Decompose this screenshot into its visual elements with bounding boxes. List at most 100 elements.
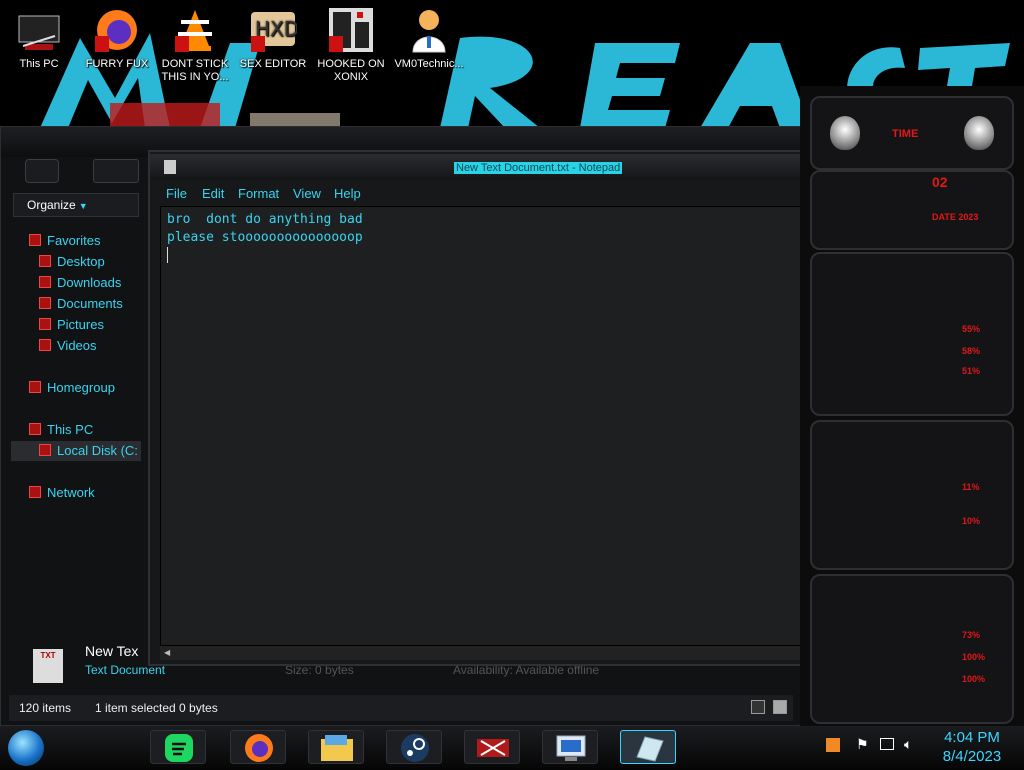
tree-item-label: Videos bbox=[57, 338, 97, 353]
tree-item-this-pc[interactable]: This PC bbox=[29, 420, 93, 440]
spotify-icon bbox=[165, 734, 193, 762]
scroll-left-icon[interactable]: ◀ bbox=[164, 648, 170, 657]
gadget-readout: 11% bbox=[962, 482, 980, 492]
desktop-icon-furry-fux[interactable]: FURRY FUX bbox=[78, 6, 156, 71]
doctor-avatar-icon bbox=[405, 6, 453, 54]
large-icons-view-button[interactable] bbox=[773, 700, 787, 714]
star-icon bbox=[29, 234, 41, 246]
taskbar-remote-desktop[interactable] bbox=[542, 730, 598, 764]
menu-format[interactable]: Format bbox=[238, 186, 279, 201]
clock-date: 8/4/2023 bbox=[942, 748, 1002, 765]
tree-item-label: Downloads bbox=[57, 275, 122, 290]
taskbar-firefox[interactable] bbox=[230, 730, 286, 764]
gadget-clock-panel: 02 DATE 2023 bbox=[810, 170, 1014, 250]
tree-item-label: Local Disk (C: bbox=[57, 443, 138, 458]
gadget-header: TIME bbox=[810, 96, 1014, 170]
alien-head-icon bbox=[830, 116, 860, 150]
documents-folder-icon bbox=[39, 297, 51, 309]
notepad-icon bbox=[636, 736, 664, 762]
gadget-cpu-panel: 55% 58% 51% bbox=[810, 252, 1014, 416]
tree-item-network[interactable]: Network bbox=[29, 483, 95, 503]
desktop-icon-label: VM0Technic... bbox=[394, 58, 464, 70]
flag-icon[interactable]: ⚑ bbox=[856, 736, 869, 753]
organize-button[interactable]: Organize ▼ bbox=[13, 193, 139, 217]
gadget-readout: 02 bbox=[932, 174, 948, 190]
clock-time: 4:04 PM bbox=[944, 729, 1000, 746]
xonix-game-icon bbox=[327, 6, 375, 54]
item-count: 120 items bbox=[19, 701, 72, 715]
taskbar: ⚑ 🔈︎ 4:04 PM 8/4/2023 bbox=[0, 726, 1024, 768]
horizontal-scrollbar[interactable]: ◀ ▶ bbox=[160, 646, 892, 660]
network-icon[interactable] bbox=[880, 738, 894, 750]
desktop-icon-label: This PC bbox=[19, 58, 59, 70]
taskbar-notepad[interactable] bbox=[620, 730, 676, 764]
pictures-folder-icon bbox=[39, 318, 51, 330]
network-icon bbox=[29, 486, 41, 498]
back-button[interactable] bbox=[25, 159, 59, 183]
desktop-icon-label: HOOKED ON XONIX bbox=[317, 58, 385, 83]
tree-item-label: Network bbox=[47, 485, 95, 500]
gadget-readout: 51% bbox=[962, 366, 981, 376]
desktop-icon-hooked-on-xonix[interactable]: HOOKED ON XONIX bbox=[312, 6, 390, 84]
selected-file-name: New Tex bbox=[85, 643, 139, 659]
tree-item-downloads[interactable]: Downloads bbox=[39, 273, 121, 293]
file-explorer-icon bbox=[321, 735, 353, 761]
tree-item-homegroup[interactable]: Homegroup bbox=[29, 378, 115, 398]
tree-item-label: This PC bbox=[47, 422, 94, 437]
computer-icon bbox=[29, 423, 41, 435]
tree-item-favorites[interactable]: Favorites bbox=[29, 231, 100, 251]
text-file-icon: TXT bbox=[33, 649, 63, 683]
menu-view[interactable]: View bbox=[293, 186, 321, 201]
tree-item-videos[interactable]: Videos bbox=[39, 336, 97, 356]
gadget-drive-panel: 73% 100% 100% bbox=[810, 574, 1014, 724]
selection-info: 1 item selected 0 bytes bbox=[95, 701, 218, 715]
hard-drive-icon bbox=[39, 444, 51, 456]
text-editor-area[interactable]: bro dont do anything bad please stoooooo… bbox=[160, 206, 902, 646]
media-icon bbox=[477, 739, 509, 757]
gadget-readout: 55% bbox=[962, 324, 981, 334]
homegroup-icon bbox=[29, 381, 41, 393]
desktop-icon-vm0technic[interactable]: VM0Technic... bbox=[390, 6, 468, 71]
gadget-title: TIME bbox=[892, 128, 919, 140]
steam-icon bbox=[401, 734, 429, 762]
menu-help[interactable]: Help bbox=[334, 186, 361, 201]
recent-locations-button[interactable] bbox=[93, 159, 139, 183]
editor-line: bro dont do anything bad bbox=[167, 212, 363, 227]
downloads-folder-icon bbox=[39, 276, 51, 288]
details-view-button[interactable] bbox=[751, 700, 765, 714]
menu-file[interactable]: File bbox=[166, 186, 187, 201]
menu-edit[interactable]: Edit bbox=[202, 186, 224, 201]
gadget-readout: DATE 2023 bbox=[932, 212, 979, 222]
vlc-icon bbox=[171, 6, 219, 54]
firefox-icon bbox=[93, 6, 141, 54]
tree-item-local-disk[interactable]: Local Disk (C: bbox=[11, 441, 141, 461]
taskbar-media-app[interactable] bbox=[464, 730, 520, 764]
system-monitor-gadget: TIME 02 DATE 2023 55% 58% 51% 11% 10% 73… bbox=[800, 86, 1024, 726]
taskbar-steam[interactable] bbox=[386, 730, 442, 764]
start-button[interactable] bbox=[8, 730, 44, 766]
desktop-folder-icon bbox=[39, 255, 51, 267]
taskbar-file-explorer[interactable] bbox=[308, 730, 364, 764]
desktop-icon-label: FURRY FUX bbox=[85, 58, 149, 70]
volume-icon[interactable]: 🔈︎ bbox=[904, 736, 912, 753]
tree-item-label: Favorites bbox=[47, 233, 101, 248]
notepad-menu-bar: File Edit Format View Help bbox=[160, 184, 910, 204]
window-title: New Text Document.txt - Notepad bbox=[454, 162, 623, 174]
app-tray-icon[interactable] bbox=[826, 738, 840, 752]
notepad-icon bbox=[164, 160, 176, 174]
desktop-icon-dont-stick[interactable]: DONT STICK THIS IN YO... bbox=[156, 6, 234, 84]
tree-item-label: Documents bbox=[57, 296, 123, 311]
gadget-readout: 100% bbox=[962, 674, 986, 684]
desktop-icon-label: DONT STICK THIS IN YO... bbox=[161, 58, 229, 83]
desktop-icon-this-pc[interactable]: This PC bbox=[0, 6, 78, 71]
tree-item-pictures[interactable]: Pictures bbox=[39, 315, 104, 335]
tree-item-label: Homegroup bbox=[47, 380, 115, 395]
hxd-editor-icon: HXD bbox=[249, 6, 299, 54]
tree-item-desktop[interactable]: Desktop bbox=[39, 252, 105, 272]
computer-icon bbox=[15, 6, 63, 54]
taskbar-spotify[interactable] bbox=[150, 730, 206, 764]
gadget-readout: 58% bbox=[962, 346, 981, 356]
desktop-icon-sex-editor[interactable]: HXD SEX EDITOR bbox=[234, 6, 312, 71]
tree-item-documents[interactable]: Documents bbox=[39, 294, 123, 314]
taskbar-clock[interactable]: 4:04 PM 8/4/2023 bbox=[932, 728, 1012, 766]
